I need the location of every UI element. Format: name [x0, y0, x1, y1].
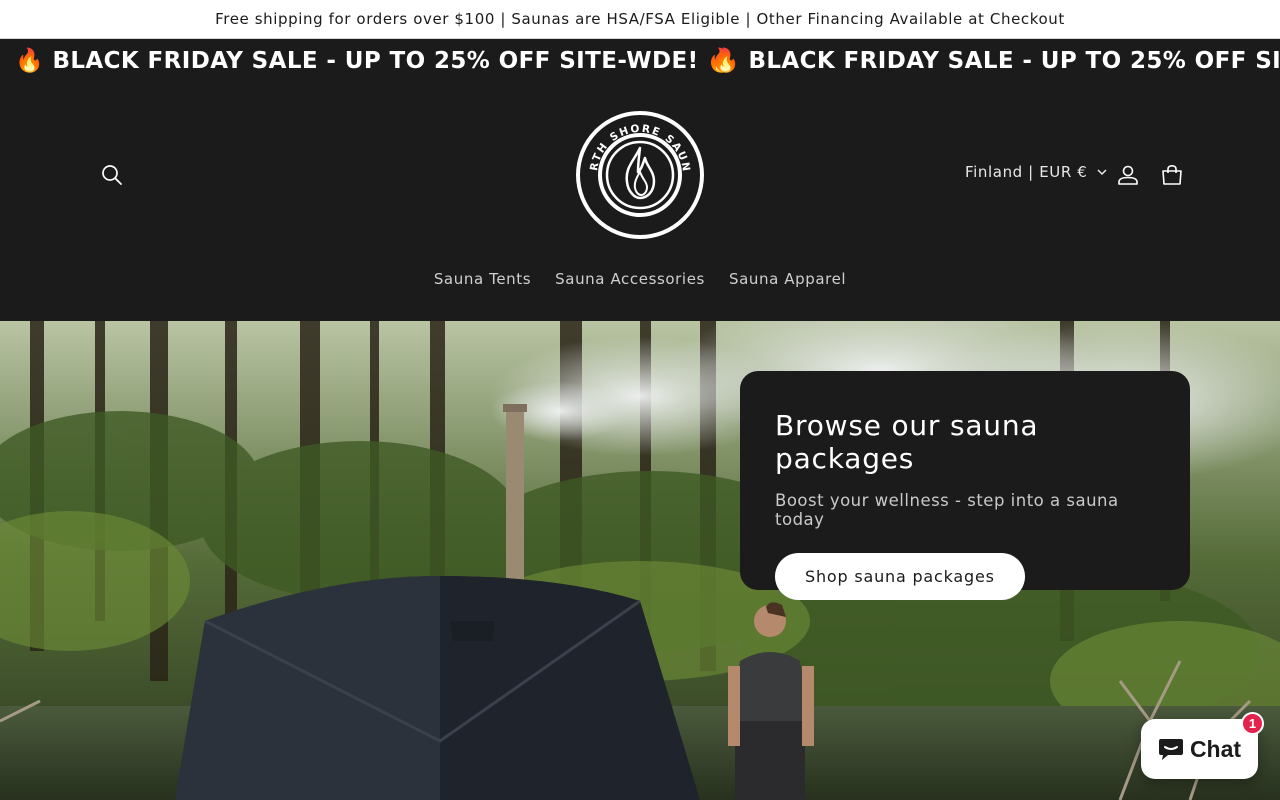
account-icon [1118, 165, 1138, 185]
promo-marquee: 🔥 BLACK FRIDAY SALE - UP TO 25% OFF SITE… [0, 39, 1280, 85]
nav-item-sauna-tents[interactable]: Sauna Tents [434, 268, 531, 290]
locale-selector[interactable]: Finland | EUR € [965, 163, 1107, 181]
chat-bubble-icon [1158, 739, 1183, 760]
search-button[interactable] [90, 153, 134, 197]
search-icon [102, 165, 122, 185]
hero-promo-card: Browse our sauna packages Boost your wel… [740, 371, 1190, 600]
site-header: NORTH SHORE SAUNAS Finland | EUR € Sauna… [0, 85, 1280, 321]
announcement-text: Free shipping for orders over $100 | Sau… [215, 10, 1065, 28]
promo-marquee-item: 🔥 BLACK FRIDAY SALE - UP TO 25% OFF SITE… [15, 48, 736, 74]
hero-title: Browse our sauna packages [775, 409, 1039, 475]
nav-item-sauna-accessories[interactable]: Sauna Accessories [555, 268, 705, 290]
chat-widget-button[interactable]: Chat 1 [1141, 712, 1264, 779]
chat-label: Chat [1189, 735, 1242, 762]
cart-icon [1162, 164, 1182, 185]
announcement-bar: Free shipping for orders over $100 | Sau… [0, 0, 1280, 39]
nav-item-sauna-apparel[interactable]: Sauna Apparel [729, 268, 846, 290]
site-logo[interactable]: NORTH SHORE SAUNAS [570, 101, 705, 240]
promo-marquee-item: 🔥 BLACK FRIDAY SALE - UP TO 25% OFF SITE… [711, 48, 1280, 74]
logo-mark: NORTH SHORE SAUNAS [570, 101, 704, 239]
account-button[interactable] [1106, 153, 1150, 197]
hero-subtitle: Boost your wellness - step into a sauna … [775, 491, 1119, 529]
cart-button[interactable] [1150, 153, 1194, 197]
shop-sauna-packages-button[interactable]: Shop sauna packages [775, 553, 1025, 600]
chat-notification-badge: 1 [1241, 712, 1264, 735]
hero-banner: Browse our sauna packages Boost your wel… [0, 321, 1280, 800]
main-nav: Sauna Tents Sauna Accessories Sauna Appa… [0, 268, 1280, 290]
locale-label: Finland | EUR € [965, 163, 1088, 181]
